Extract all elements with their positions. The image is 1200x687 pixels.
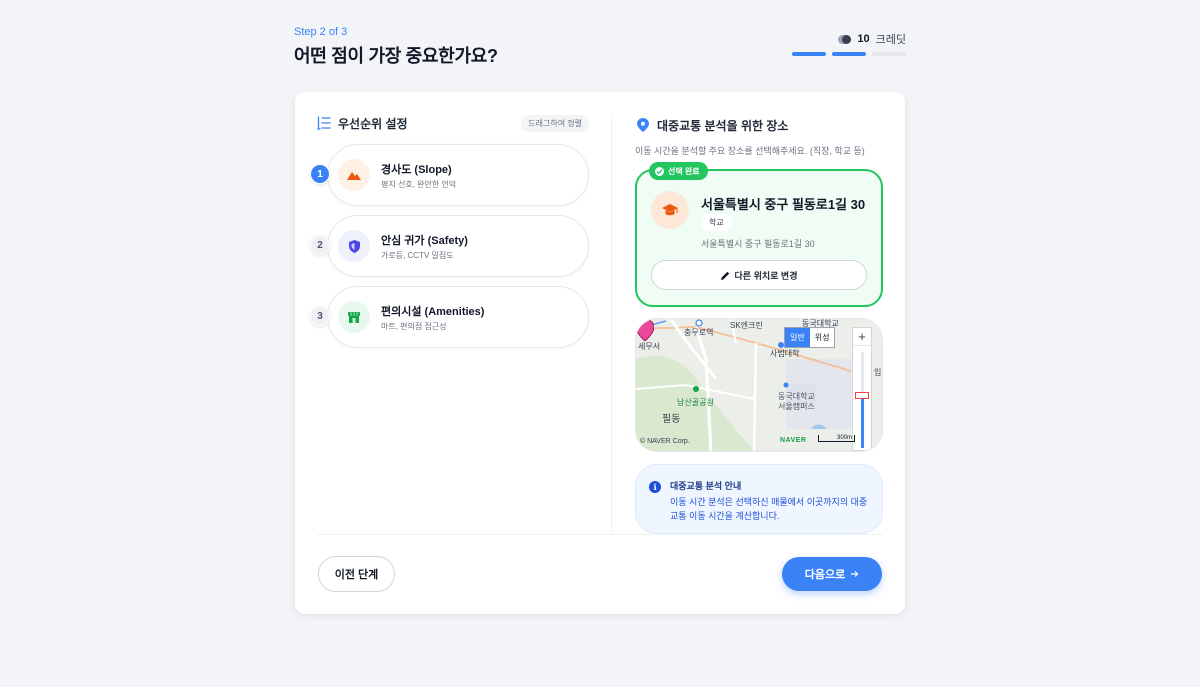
priority-card[interactable]: 경사도 (Slope) 평지 선호, 완만한 언덕 — [327, 144, 589, 206]
selected-sub-address: 서울특별시 중구 필동로1길 30 — [701, 239, 815, 249]
priority-item-slope[interactable]: 1 경사도 (Slope) 평지 선호, 완만한 언덕 — [310, 144, 589, 206]
location-subtitle: 이동 시간을 분석할 주요 장소를 선택해주세요. (직장, 학교 등) — [635, 146, 865, 156]
list-order-icon — [317, 116, 331, 130]
map-canvas — [636, 319, 882, 451]
priority-name: 경사도 (Slope) — [381, 164, 452, 176]
map-scale: 300m — [818, 435, 856, 442]
pencil-icon — [720, 271, 729, 280]
column-divider — [611, 114, 612, 534]
check-icon — [655, 166, 664, 176]
page-header: Step 2 of 3 어떤 점이 가장 중요한가요? 10 크레딧 — [294, 24, 906, 68]
info-title: 대중교통 분석 안내 — [670, 481, 742, 491]
zoom-control: + — [852, 327, 872, 451]
selected-address: 서울특별시 중구 필동로1길 30 — [701, 197, 866, 212]
change-location-label: 다른 위치로 변경 — [734, 270, 798, 281]
previous-step-button[interactable]: 이전 단계 — [318, 556, 395, 592]
map-label: 입 — [874, 368, 882, 377]
priority-text: 편의시설 (Amenities) 마트, 편의점 접근성 — [381, 305, 484, 332]
map-copyright: © NAVER Corp. — [640, 438, 690, 445]
selected-badge: 선택 완료 — [649, 162, 708, 180]
priority-section: 우선순위 설정 드래그하여 정렬 1 경사도 (Slope) 평지 선호, 완만… — [310, 114, 589, 348]
progress-step-2 — [832, 52, 866, 56]
change-location-button[interactable]: 다른 위치로 변경 — [651, 260, 867, 290]
shield-icon — [338, 230, 370, 262]
credit-count: 10 — [857, 33, 870, 45]
map-label: 남산골공원 — [677, 398, 714, 407]
priority-header: 우선순위 설정 드래그하여 정렬 — [317, 114, 589, 132]
credit-label: 크레딧 — [875, 34, 906, 46]
location-marker-icon — [636, 319, 654, 341]
priority-title: 우선순위 설정 — [338, 116, 408, 131]
step-indicator: Step 2 of 3 — [294, 26, 348, 38]
selected-badge-label: 선택 완료 — [668, 166, 700, 176]
arrow-right-icon — [851, 571, 859, 577]
priority-item-amenities[interactable]: 3 편의시설 (Amenities) 마트, 편의점 접근성 — [310, 286, 589, 348]
place-type-tag: 학교 — [701, 214, 732, 231]
map-type-toggle: 일반 위성 — [784, 327, 836, 348]
priority-desc: 가로등, CCTV 밀집도 — [381, 251, 454, 260]
next-step-button[interactable]: 다음으로 — [782, 557, 882, 591]
location-header: 대중교통 분석을 위한 장소 — [637, 114, 883, 136]
map-label: SK엔크린 — [730, 321, 763, 330]
progress-step-3 — [872, 52, 906, 56]
map-type-satellite[interactable]: 위성 — [810, 328, 835, 347]
priority-rank-badge: 1 — [310, 164, 330, 184]
main-card: 우선순위 설정 드래그하여 정렬 1 경사도 (Slope) 평지 선호, 완만… — [295, 92, 905, 614]
map-label: 필동 — [662, 414, 681, 425]
credit-display: 10 크레딧 — [838, 31, 906, 47]
drag-hint-chip: 드래그하여 정렬 — [521, 114, 589, 132]
map-type-normal[interactable]: 일반 — [785, 328, 810, 347]
zoom-slider[interactable] — [861, 352, 864, 448]
footer-divider — [317, 534, 883, 535]
map-pin-icon — [637, 118, 649, 132]
school-cap-icon — [651, 191, 689, 229]
zoom-slider-handle[interactable] — [855, 392, 869, 399]
zoom-slider-fill — [861, 395, 864, 448]
zoom-in-button[interactable]: + — [853, 328, 871, 346]
store-icon — [338, 301, 370, 333]
map-label: 서울캠퍼스 — [778, 402, 815, 411]
location-section: 대중교통 분석을 위한 장소 이동 시간을 분석할 주요 장소를 선택해주세요.… — [635, 114, 883, 534]
priority-item-safety[interactable]: 2 안심 귀가 (Safety) 가로등, CCTV 밀집도 — [310, 215, 589, 277]
mountain-icon — [338, 159, 370, 191]
map-view[interactable]: 충무로역 SK엔크린 동국대학교 사범대학 세무서 남산골공원 필동 동국대학교… — [635, 318, 883, 452]
priority-card[interactable]: 안심 귀가 (Safety) 가로등, CCTV 밀집도 — [327, 215, 589, 277]
info-icon: i — [649, 481, 661, 493]
selected-location-card: 선택 완료 서울특별시 중구 필동로1길 30 학교 서울특별시 중구 필동로1… — [635, 162, 883, 307]
next-step-label: 다음으로 — [804, 569, 846, 581]
priority-desc: 평지 선호, 완만한 언덕 — [381, 180, 457, 189]
priority-rank-badge: 3 — [310, 306, 330, 326]
priority-text: 안심 귀가 (Safety) 가로등, CCTV 밀집도 — [381, 234, 468, 261]
priority-desc: 마트, 편의점 접근성 — [381, 322, 447, 331]
priority-text: 경사도 (Slope) 평지 선호, 완만한 언덕 — [381, 163, 456, 190]
step-progress — [792, 52, 906, 56]
priority-card[interactable]: 편의시설 (Amenities) 마트, 편의점 접근성 — [327, 286, 589, 348]
info-body: 이동 시간 분석은 선택하신 매물에서 이곳까지의 대중교통 이동 시간을 계산… — [670, 497, 868, 521]
map-label: 사범대학 — [770, 349, 800, 358]
progress-step-1 — [792, 52, 826, 56]
naver-logo: NAVER — [780, 437, 807, 444]
map-label: 세무서 — [638, 342, 661, 351]
map-label: 충무로역 — [684, 328, 714, 337]
priority-name: 안심 귀가 (Safety) — [381, 235, 468, 247]
info-box: i 대중교통 분석 안내 이동 시간 분석은 선택하신 매물에서 이곳까지의 대… — [635, 464, 883, 534]
location-title: 대중교통 분석을 위한 장소 — [657, 118, 789, 133]
priority-rank-badge: 2 — [310, 235, 330, 255]
credit-toggle-icon — [838, 34, 852, 44]
priority-name: 편의시설 (Amenities) — [381, 306, 485, 318]
